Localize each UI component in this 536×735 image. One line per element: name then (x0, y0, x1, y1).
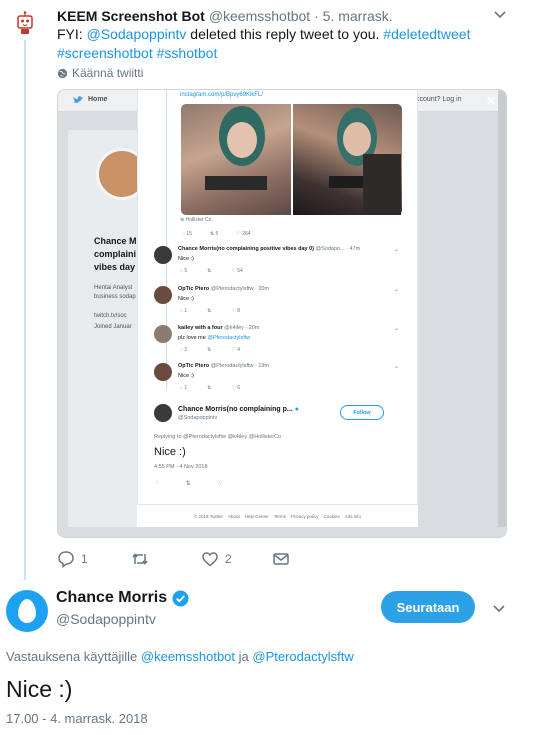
screenshot-retweet-count: ⇅ 5 (209, 231, 219, 237)
screenshot-focus-handle: @Sodapoppintv (178, 415, 218, 421)
screenshot-focus-actions: ◌ ⇅ ♡ (156, 480, 222, 487)
tweet-screenshot-image[interactable]: Home ccount? Log in Chance M complaini v… (57, 89, 507, 538)
screenshot-reply-text: plz love me @Pterodactylsftw (178, 335, 251, 341)
screenshot-top-actions: ◌ 15 ⇅ 5 ♡ 264 (182, 231, 251, 237)
screenshot-reply-avatar (154, 286, 172, 304)
chevron-down-icon: ⌄ (394, 326, 400, 332)
main-tweet-timestamp[interactable]: 17.00 - 4. marrask. 2018 (6, 711, 148, 726)
screenshot-focus-replying: Replying to @Pterodactylsftw @k4iley @Ho… (154, 434, 282, 440)
screenshot-footer: © 2018 Twitter About Help Center Terms P… (137, 504, 418, 527)
screenshot-caption-text: Hollister Co. (185, 217, 213, 223)
verified-badge-icon (172, 590, 189, 606)
bot-avatar[interactable] (10, 8, 40, 38)
heart-icon (202, 552, 218, 567)
reply-icon (58, 551, 74, 568)
screenshot-focus-text: Nice :) (154, 446, 186, 458)
bot-text-mid: deleted this reply tweet to you. (186, 26, 384, 42)
main-handle[interactable]: @Sodapoppintv (56, 611, 156, 627)
screenshot-reply-avatar (154, 325, 172, 343)
screenshot-reply-text: Nice :) (178, 373, 194, 379)
bird-icon (73, 96, 83, 103)
chevron-down-icon: ⌄ (394, 247, 400, 253)
reply-button[interactable]: 1 (57, 550, 88, 568)
bot-display-name[interactable]: KEEM Screenshot Bot (57, 8, 205, 24)
screenshot-focus-name: Chance Morris(no complaining p... ● (178, 406, 299, 413)
screenshot-reply-text: Nice :) (178, 296, 194, 302)
replying-user-2[interactable]: @Pterodactylsftw (252, 649, 353, 664)
direct-message-button[interactable] (272, 550, 290, 568)
screenshot-reply-1: Chance Morris(no complaining positive vi… (154, 246, 404, 282)
bot-handle-date: @keemsshotbot · 5. marrask. (208, 8, 393, 24)
screenshot-reply-actions: ◌ 2 ⇅ ♡ 4 (180, 347, 241, 353)
globe-icon (57, 68, 68, 78)
chevron-down-icon[interactable] (490, 599, 508, 617)
screenshot-reply-name: kailey with a four @k4iley · 20m (178, 325, 260, 331)
bot-tweet-actions: 1 2 (57, 550, 317, 570)
bot-handle[interactable]: @keemsshotbot (209, 8, 310, 24)
screenshot-follow-button: Follow (340, 405, 384, 420)
screenshot-profile-name: Chance M complaini vibes day (94, 236, 137, 272)
bot-text-prefix: FYI: (57, 26, 87, 42)
chevron-down-icon: ⌄ (394, 364, 400, 370)
following-button[interactable]: Seurataan (381, 591, 475, 623)
close-icon: ✕ (486, 94, 497, 108)
like-button[interactable]: 2 (201, 550, 232, 568)
bot-tweet-text: FYI: @Sodapoppintv deleted this reply tw… (57, 25, 497, 63)
screenshot-reply-avatar (154, 246, 172, 264)
replying-prefix: Vastauksena käyttäjille (6, 649, 141, 664)
screenshot-nav-login: ccount? Log in (416, 96, 462, 103)
replying-user-1[interactable]: @keemsshotbot (141, 649, 235, 664)
screenshot-photo-left (181, 104, 291, 215)
like-count: 2 (225, 552, 232, 566)
screenshot-like-count: ♡ 264 (236, 231, 251, 237)
main-display-name[interactable]: Chance Morris (56, 589, 167, 607)
chevron-down-icon[interactable] (490, 4, 510, 24)
bot-robot-icon (17, 11, 33, 34)
screenshot-reply-3: kailey with a four @k4iley · 20m plz lov… (154, 325, 404, 361)
reply-count: 1 (81, 552, 88, 566)
replying-and: ja (235, 649, 253, 664)
screenshot-reply-name: OpTic Ptero @Pterodactylsftw · 19m (178, 363, 270, 369)
screenshot-focus-avatar (154, 404, 172, 422)
screenshot-profile-links: twitch.tv/soc Joined Januar (94, 313, 132, 330)
screenshot-instagram-url: instagram.com/p/Bpvy69KlkFL/ (180, 92, 264, 98)
main-tweet-text: Nice :) (6, 676, 73, 702)
screenshot-reply-actions: ◌ 5 ⇅ ♡ 54 (180, 268, 243, 274)
screenshot-reply-2: OpTic Ptero @Pterodactylsftw · 20m Nice … (154, 286, 404, 322)
screenshot-photo-caption: ⊕ Hollister Co. (180, 217, 213, 223)
screenshot-nav-home: Home (88, 96, 108, 103)
chevron-down-icon: ⌄ (394, 287, 400, 293)
screenshot-reply-name: Chance Morris(no complaining positive vi… (178, 246, 361, 252)
screenshot-reply-actions: ◌ 1 ⇅ ♡ 6 (180, 385, 241, 391)
screenshot-focus-time: 4:55 PM - 4 Nov 2018 (154, 464, 208, 470)
screenshot-tweet-modal: instagram.com/p/Bpvy69KlkFL/ ⊕ Hollister… (137, 90, 418, 527)
default-egg-icon (18, 599, 36, 623)
envelope-icon (273, 553, 289, 565)
screenshot-bottom-strip (58, 527, 506, 537)
thread-line (24, 40, 26, 580)
retweet-button[interactable] (131, 550, 149, 568)
main-name-row: Chance Morris (56, 589, 189, 607)
retweet-icon (132, 553, 148, 565)
screenshot-scrollbar (498, 90, 506, 537)
screenshot-reply-name: OpTic Ptero @Pterodactylsftw · 20m (178, 286, 270, 292)
screenshot-reply-avatar (154, 363, 172, 381)
screenshot-reply-count: ◌ 15 (182, 231, 192, 237)
screenshot-reply-text: Nice :) (178, 256, 194, 262)
translate-tweet-link[interactable]: Käännä twiitti (57, 66, 143, 80)
screenshot-profile-bio: Hentai Analyst business sodap (94, 285, 136, 300)
bot-text-mention[interactable]: @Sodapoppintv (87, 26, 187, 42)
screenshot-focused-tweet: Chance Morris(no complaining p... ● @Sod… (154, 404, 409, 494)
translate-label: Käännä twiitti (72, 66, 144, 80)
screenshot-reply-actions: ◌ 1 ⇅ ♡ 8 (180, 308, 241, 314)
bot-date[interactable]: 5. marrask. (323, 8, 393, 24)
screenshot-photo-right (293, 104, 402, 215)
main-avatar[interactable] (6, 590, 48, 632)
replying-to: Vastauksena käyttäjille @keemsshotbot ja… (6, 649, 354, 664)
screenshot-reply-4: OpTic Ptero @Pterodactylsftw · 19m Nice … (154, 363, 404, 399)
bot-tweet-header: KEEM Screenshot Bot @keemsshotbot · 5. ma… (57, 7, 393, 25)
